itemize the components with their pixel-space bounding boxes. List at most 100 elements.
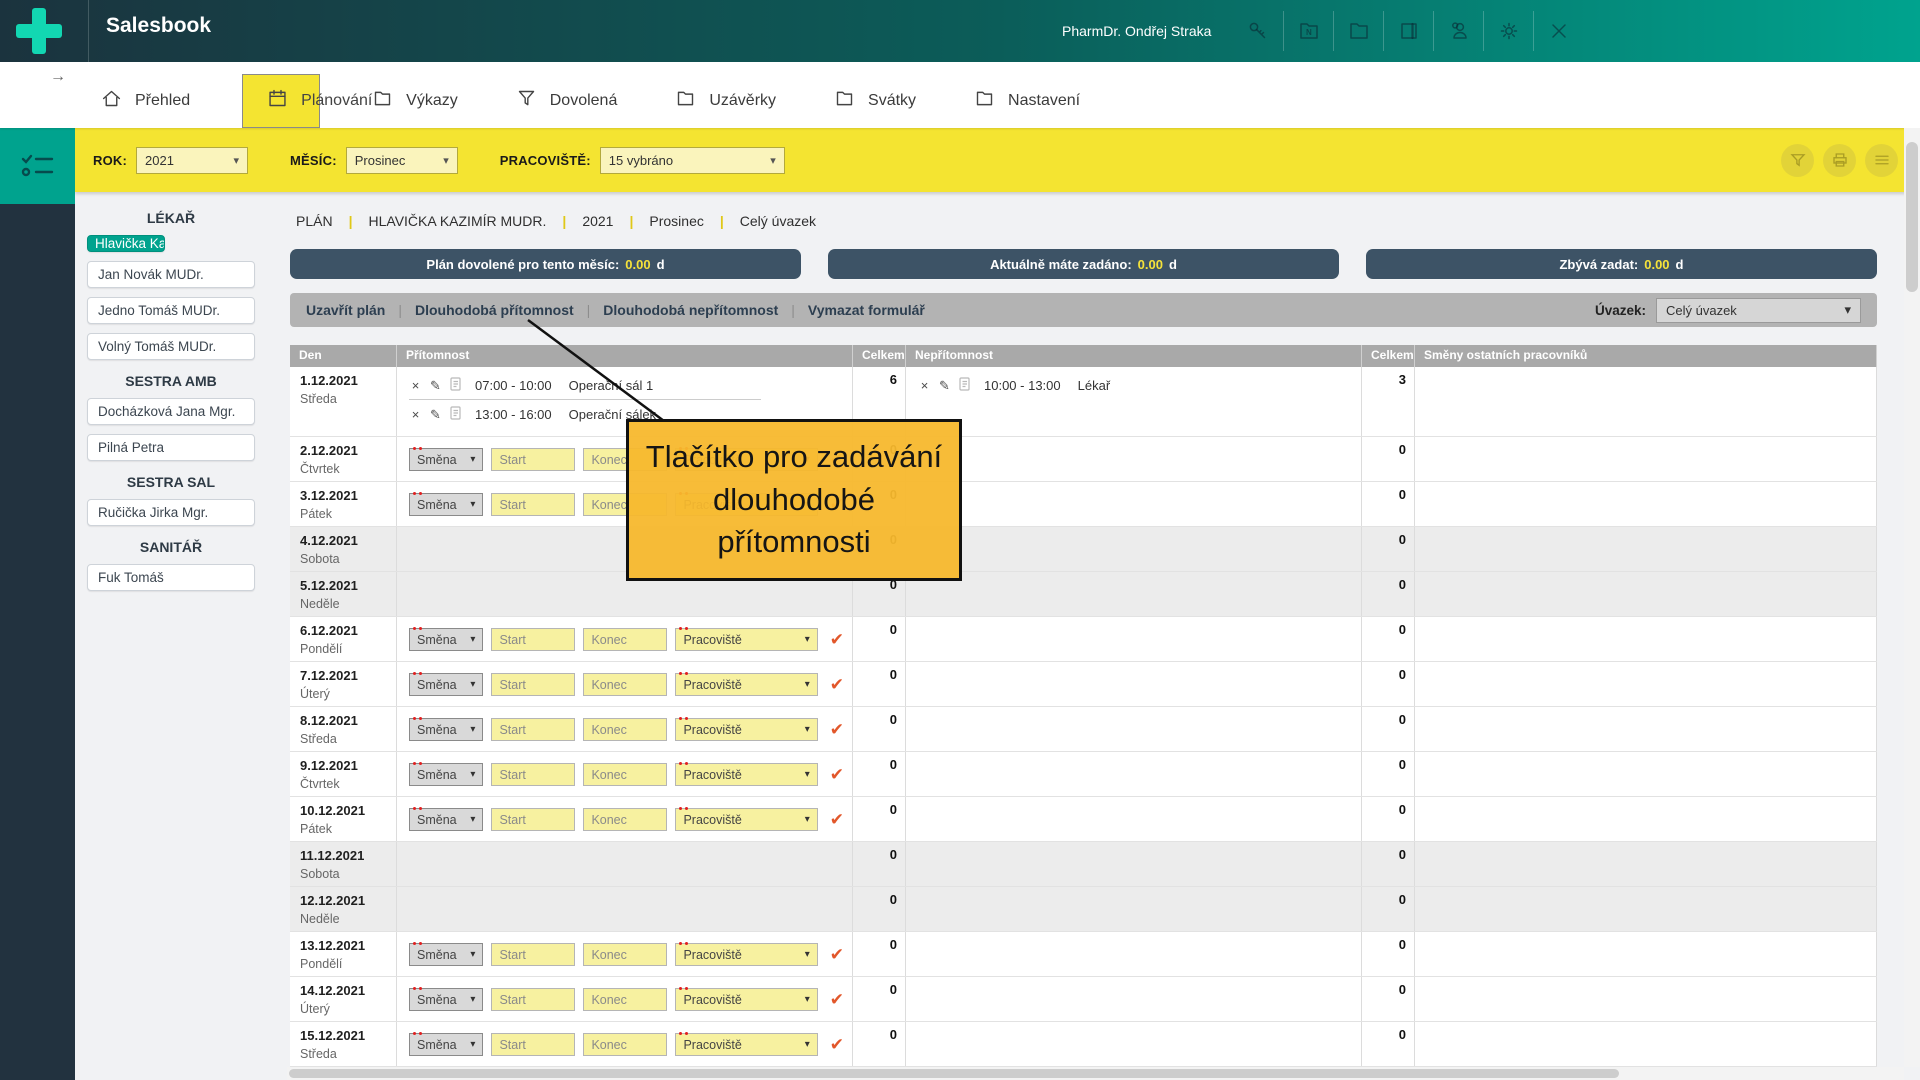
staff-item[interactable]: Fuk Tomáš [87,564,255,591]
konec-input[interactable] [583,628,667,651]
pracoviste-select[interactable]: Pracoviště ▾ [675,943,817,966]
staff-item[interactable]: Volný Tomáš MUDr. [87,333,255,360]
konec-input[interactable] [583,988,667,1011]
edit-icon[interactable]: ✎ [429,378,442,394]
start-input[interactable] [491,1033,575,1056]
pracoviste-select[interactable]: Pracoviště ▾ [675,718,817,741]
folder-icon[interactable] [1333,11,1383,51]
toolbar-action[interactable]: Vymazat formulář [778,302,925,318]
konec-input[interactable] [583,1033,667,1056]
users-icon[interactable] [1433,11,1483,51]
pracoviste-select[interactable]: Pracoviště ▾ [675,493,817,516]
filter-icon[interactable] [1781,144,1814,177]
staff-list-toggle[interactable] [0,128,75,204]
gear-icon[interactable] [1483,11,1533,51]
pracoviste-select[interactable]: Pracoviště ▾ [675,628,817,651]
confirm-check-icon[interactable]: ✔ [830,765,844,785]
window-icon[interactable] [1383,11,1433,51]
konec-input[interactable] [583,943,667,966]
start-input[interactable] [491,493,575,516]
nav-tab[interactable]: Plánování [242,74,320,128]
pracoviste-select[interactable]: Pracoviště ▾ [675,808,817,831]
menu-icon[interactable] [1865,144,1898,177]
table-header-cell: Nepřítomnost [906,345,1362,367]
confirm-check-icon[interactable]: ✔ [830,630,844,650]
folder-n-icon[interactable]: N [1283,11,1333,51]
konec-input[interactable] [583,493,667,516]
nav-tab[interactable]: Uzávěrky [669,74,782,128]
nav-tab[interactable]: Svátky [828,74,922,128]
rok-select[interactable]: 2021▾ [136,147,248,174]
delete-icon[interactable]: × [918,378,931,393]
pracoviste-select[interactable]: Pracoviště ▾ [675,763,817,786]
start-input[interactable] [491,763,575,786]
smena-select[interactable]: Směna ▾ [409,448,483,471]
confirm-check-icon[interactable]: ✔ [830,990,844,1010]
staff-item[interactable]: Ručička Jirka Mgr. [87,499,255,526]
smena-select[interactable]: Směna ▾ [409,1033,483,1056]
edit-icon[interactable]: ✎ [938,378,951,394]
smena-select[interactable]: Směna ▾ [409,628,483,651]
celkem-presence-cell: 0 [853,527,906,571]
toolbar-action[interactable]: Dlouhodobá nepřítomnost [574,302,779,318]
smena-select[interactable]: Směna ▾ [409,763,483,786]
vertical-scrollbar[interactable] [1904,128,1920,1067]
konec-input[interactable] [583,448,667,471]
nav-tab[interactable]: Přehled [95,74,196,128]
confirm-check-icon[interactable]: ✔ [830,810,844,830]
pracoviste-select[interactable]: Pracoviště ▾ [675,673,817,696]
smena-select[interactable]: Směna ▾ [409,988,483,1011]
confirm-check-icon[interactable]: ✔ [830,495,844,515]
staff-item[interactable]: Jedno Tomáš MUDr. [87,297,255,324]
staff-item[interactable]: Jan Novák MUDr. [87,261,255,288]
nav-tab[interactable]: Dovolená [510,74,624,128]
confirm-check-icon[interactable]: ✔ [830,720,844,740]
close-icon[interactable] [1533,11,1583,51]
start-input[interactable] [491,943,575,966]
horizontal-scrollbar[interactable] [287,1067,1904,1080]
pracoviste-select[interactable]: Pracoviště ▾ [675,448,817,471]
start-input[interactable] [491,988,575,1011]
toolbar-action[interactable]: Dlouhodobá přítomnost [385,302,573,318]
confirm-check-icon[interactable]: ✔ [830,1035,844,1055]
note-icon[interactable] [958,377,971,394]
confirm-check-icon[interactable]: ✔ [830,675,844,695]
note-icon[interactable] [449,406,462,423]
pracoviste-select[interactable]: 15 vybráno▾ [600,147,785,174]
start-input[interactable] [491,673,575,696]
konec-input[interactable] [583,808,667,831]
nav-tab[interactable]: Nastavení [968,74,1086,128]
note-icon[interactable] [449,377,462,394]
smena-select[interactable]: Směna ▾ [409,808,483,831]
nav-tab[interactable]: Výkazy [366,74,464,128]
pracoviste-select[interactable]: Pracoviště ▾ [675,988,817,1011]
collapse-arrow-icon[interactable]: → [50,68,66,86]
start-input[interactable] [491,448,575,471]
konec-input[interactable] [583,718,667,741]
pracoviste-select[interactable]: Pracoviště ▾ [675,1033,817,1056]
vertical-scrollbar-thumb[interactable] [1906,142,1918,292]
staff-item[interactable]: Docházková Jana Mgr. [87,398,255,425]
edit-icon[interactable]: ✎ [429,407,442,423]
konec-input[interactable] [583,763,667,786]
konec-input[interactable] [583,673,667,696]
confirm-check-icon[interactable]: ✔ [830,450,844,470]
staff-item[interactable]: Pilná Petra [87,434,255,461]
smena-select[interactable]: Směna ▾ [409,718,483,741]
staff-item[interactable]: Hlavička Kazimír MUDr. [87,235,165,252]
horizontal-scrollbar-thumb[interactable] [289,1069,1619,1078]
delete-icon[interactable]: × [409,378,422,393]
start-input[interactable] [491,628,575,651]
smena-select[interactable]: Směna ▾ [409,493,483,516]
confirm-check-icon[interactable]: ✔ [830,945,844,965]
toolbar-action[interactable]: Uzavřít plán [306,302,385,318]
uvazek-select[interactable]: Celý úvazek▾ [1656,298,1861,323]
start-input[interactable] [491,718,575,741]
key-icon[interactable] [1233,11,1283,51]
smena-select[interactable]: Směna ▾ [409,943,483,966]
delete-icon[interactable]: × [409,407,422,422]
mesic-select[interactable]: Prosinec▾ [346,147,458,174]
print-icon[interactable] [1823,144,1856,177]
smena-select[interactable]: Směna ▾ [409,673,483,696]
start-input[interactable] [491,808,575,831]
